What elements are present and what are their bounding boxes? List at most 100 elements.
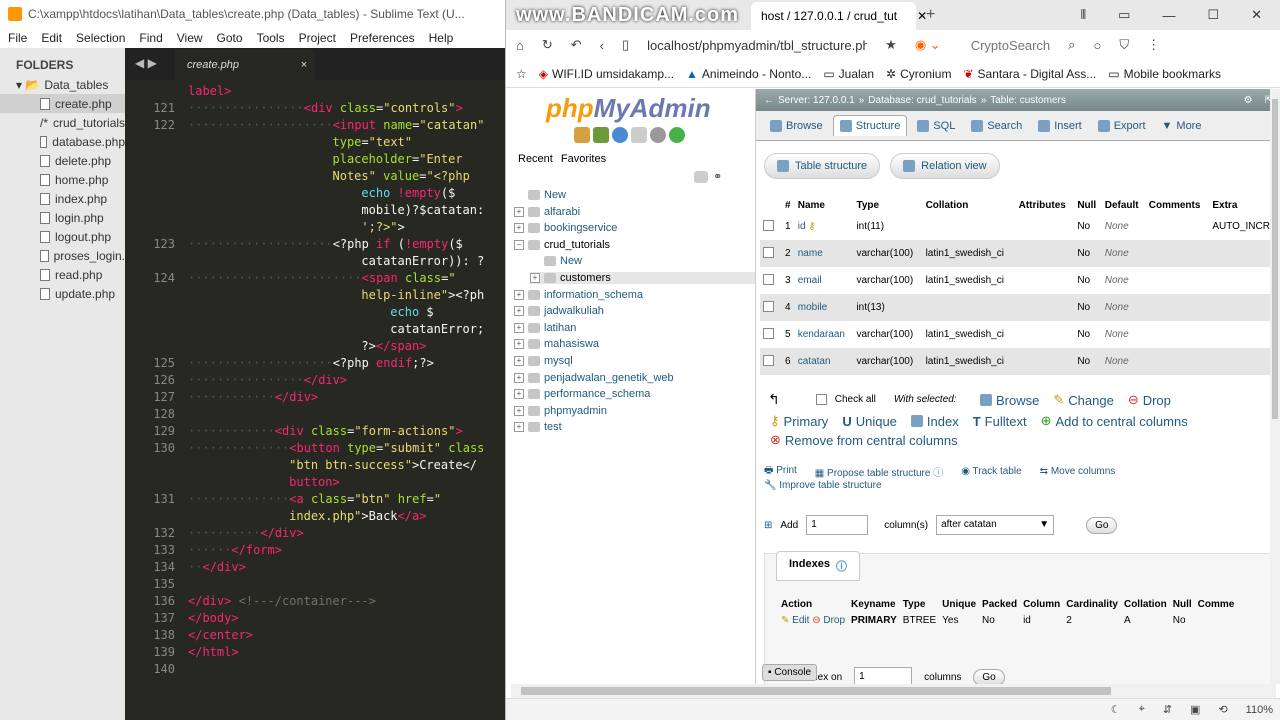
menu-icon[interactable]: ⋮ [1147, 37, 1160, 53]
night-mode-icon[interactable]: ☾ [1111, 703, 1121, 716]
scrollbar-thumb[interactable] [1272, 99, 1278, 419]
code-editor[interactable]: label> 121 ················<div class="con… [125, 80, 505, 720]
file-update[interactable]: update.php [0, 284, 125, 303]
tab-search[interactable]: Search [965, 116, 1028, 136]
link-icon[interactable]: ⚭ [713, 170, 722, 183]
screenshot-icon[interactable]: ⌖ [1139, 703, 1145, 716]
crumb-table[interactable]: Table: customers [990, 95, 1066, 106]
image-icon[interactable]: ▣ [1190, 703, 1200, 716]
file-index[interactable]: index.php [0, 189, 125, 208]
bulk-change[interactable]: ✎ Change [1053, 392, 1113, 408]
help-icon[interactable]: ⓘ [933, 468, 943, 479]
add-count-input[interactable]: 1 [806, 515, 869, 535]
bookmark-cyronium[interactable]: ✲ Cyronium [886, 67, 951, 81]
track-table-link[interactable]: ◉ Track table [961, 466, 1021, 477]
col-header[interactable]: Name [795, 197, 854, 213]
index-edit-link[interactable]: ✎ Edit [781, 615, 809, 626]
check-all-label[interactable]: Check all [835, 394, 876, 405]
spacer[interactable] [530, 256, 540, 266]
bookmark-jualan[interactable]: ▭ Jualan [823, 67, 874, 81]
logout-icon[interactable] [593, 127, 609, 143]
extension-icon[interactable]: ○ [1093, 38, 1101, 53]
file-delete[interactable]: delete.php [0, 151, 125, 170]
bulk-index[interactable]: Index [910, 414, 959, 429]
shield-icon[interactable]: ⛉ [1119, 37, 1129, 53]
menu-help[interactable]: Help [429, 31, 454, 45]
nav-db-penjadwalan_genetik_web[interactable]: + penjadwalan_genetik_web [514, 372, 674, 384]
cell-name[interactable]: id ⚷ [795, 213, 854, 240]
gear-icon[interactable]: ⚙ [1244, 95, 1253, 106]
tab-structure[interactable]: Structure [832, 115, 908, 136]
close-window-icon[interactable]: ✕ [1251, 7, 1262, 23]
browser-tab-phpmyadmin[interactable]: host / 127.0.0.1 / crud_tut ✕ [751, 2, 927, 30]
undo-icon[interactable]: ↶ [571, 37, 582, 53]
reload-nav-icon[interactable] [669, 127, 685, 143]
vertical-scrollbar[interactable] [1270, 89, 1280, 684]
menu-view[interactable]: View [177, 31, 203, 45]
phpmyadmin-logo[interactable]: phpMyAdmin [546, 93, 711, 124]
page-actions-icon[interactable]: ⇵ [1163, 703, 1172, 716]
bookmark-animeindo[interactable]: ▲ Animeindo - Nonto... [686, 67, 811, 81]
row-checkbox[interactable] [763, 300, 774, 312]
index-drop-link[interactable]: ⊖ Drop [812, 615, 845, 626]
menu-tools[interactable]: Tools [257, 31, 285, 45]
recent-tab[interactable]: Recent [518, 153, 553, 165]
docs-icon[interactable] [631, 127, 647, 143]
menu-project[interactable]: Project [299, 31, 336, 45]
row-checkbox[interactable] [763, 273, 774, 285]
row-checkbox[interactable] [763, 354, 774, 366]
nav-db-customers[interactable]: + customers [530, 272, 755, 284]
table-structure-button[interactable]: Table structure [764, 153, 881, 179]
tab-export[interactable]: Export [1092, 116, 1152, 136]
file-home[interactable]: home.php [0, 170, 125, 189]
improve-structure-link[interactable]: 🔧 Improve table structure [764, 480, 882, 491]
row-checkbox[interactable] [763, 246, 774, 258]
zoom-level[interactable]: 110% [1246, 704, 1273, 716]
expand-icon[interactable]: + [514, 406, 524, 416]
nav-db-latihan[interactable]: + latihan [514, 322, 576, 334]
crumb-database[interactable]: Database: crud_tutorials [868, 95, 976, 106]
expand-icon[interactable]: + [514, 339, 524, 349]
bulk-remove-central[interactable]: ⊗ Remove from central columns [770, 432, 958, 448]
add-go-button[interactable]: Go [1086, 516, 1118, 534]
col-header[interactable]: Collation [923, 197, 1016, 213]
home-icon[interactable] [574, 127, 590, 143]
help-icon[interactable]: ⓘ [836, 558, 847, 574]
file-read[interactable]: read.php [0, 265, 125, 284]
file-create[interactable]: create.php [0, 94, 125, 113]
snap-icon[interactable]: ▭ [1118, 7, 1130, 23]
maximize-icon[interactable]: ☐ [1207, 7, 1219, 23]
move-columns-link[interactable]: ⇆ Move columns [1040, 466, 1116, 477]
tab-nav-arrows-icon[interactable]: ◀ ▶ [125, 56, 175, 80]
cell-name[interactable]: catatan [794, 348, 854, 375]
collapse-all-icon[interactable] [694, 171, 708, 183]
tab-create-php[interactable]: create.php × [175, 50, 315, 80]
nav-db-jadwalkuliah[interactable]: + jadwalkuliah [514, 305, 604, 317]
print-link[interactable]: 🖶 Print [764, 463, 797, 480]
tab-close-icon[interactable]: × [301, 59, 307, 71]
crumb-server[interactable]: Server: 127.0.0.1 [778, 95, 855, 106]
menu-edit[interactable]: Edit [41, 31, 62, 45]
search-icon[interactable]: ⌕ [1068, 37, 1075, 53]
expand-icon[interactable]: + [514, 373, 524, 383]
nav-db-alfarabi[interactable]: + alfarabi [514, 206, 580, 218]
settings-icon[interactable] [650, 127, 666, 143]
col-header[interactable]: Type [853, 197, 922, 213]
after-column-select[interactable]: after catatan ▼ [936, 515, 1055, 535]
expand-icon[interactable]: + [514, 290, 524, 300]
nav-db-crud_tutorials[interactable]: − crud_tutorials [514, 239, 610, 251]
tab-more[interactable]: ▼ More [1156, 116, 1208, 136]
menu-file[interactable]: File [8, 31, 27, 45]
spacer[interactable] [514, 190, 524, 200]
bookmark-star-icon[interactable]: ☆ [516, 67, 527, 81]
tab-browse[interactable]: Browse [764, 116, 829, 136]
file-proses-login[interactable]: proses_login. [0, 246, 125, 265]
file-logout[interactable]: logout.php [0, 227, 125, 246]
favorites-tab[interactable]: Favorites [561, 153, 606, 165]
col-header[interactable]: Comments [1146, 197, 1210, 213]
nav-db-New[interactable]: New [514, 189, 566, 201]
nav-db-New[interactable]: New [530, 255, 582, 267]
cell-name[interactable]: mobile [794, 294, 854, 321]
nav-db-information_schema[interactable]: + information_schema [514, 289, 643, 301]
expand-icon[interactable]: + [514, 306, 524, 316]
